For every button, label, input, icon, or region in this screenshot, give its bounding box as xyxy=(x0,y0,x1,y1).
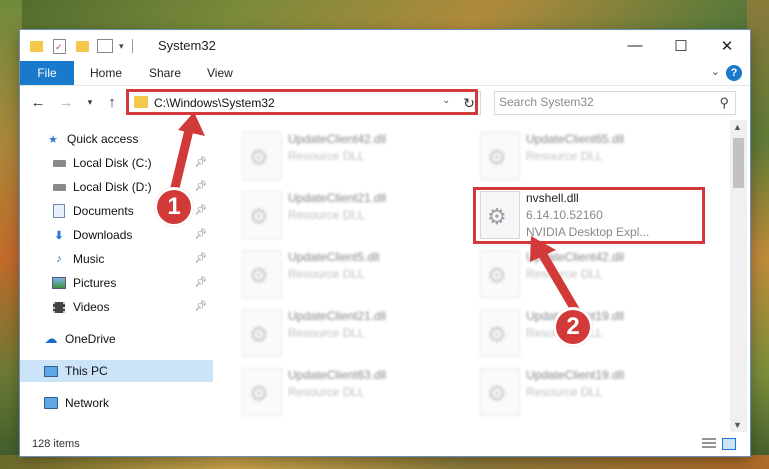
arrow-to-file xyxy=(530,236,585,323)
step-1-callout: 1 xyxy=(154,187,194,227)
step-2-callout: 2 xyxy=(553,307,593,347)
annotation-arrows xyxy=(167,112,585,323)
